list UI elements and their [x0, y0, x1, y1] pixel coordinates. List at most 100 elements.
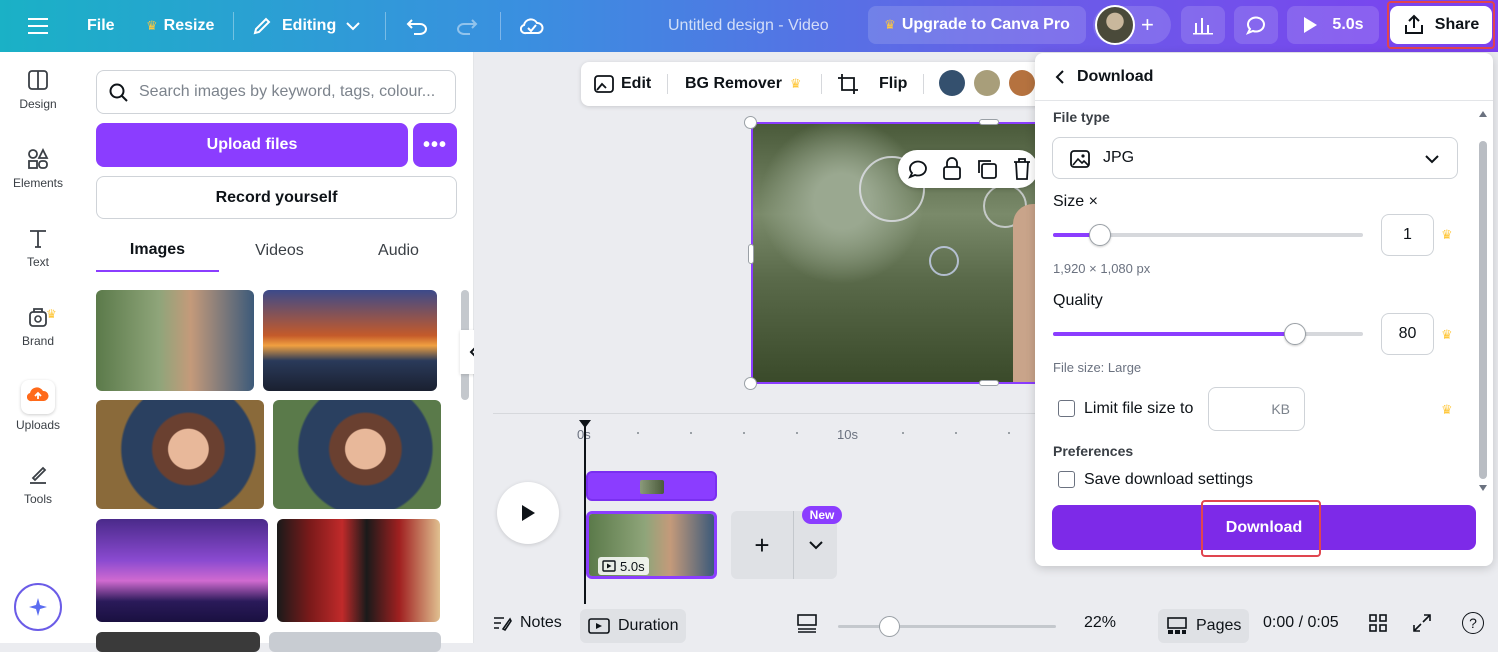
file-type-select[interactable]: JPG [1052, 137, 1458, 179]
size-input[interactable]: 1 [1381, 214, 1434, 256]
pages-button[interactable]: Pages [1158, 609, 1250, 643]
scroll-down-icon[interactable] [1479, 485, 1487, 491]
add-clip-button[interactable]: + [731, 511, 793, 579]
comment-add-icon[interactable] [907, 159, 929, 179]
resize-handle[interactable] [744, 377, 757, 390]
duplicate-icon[interactable] [976, 158, 998, 180]
zoom-slider-thumb[interactable] [879, 616, 900, 637]
limit-file-size-input[interactable]: KB [1208, 387, 1305, 431]
comment-icon[interactable] [1234, 6, 1278, 44]
timeline-play-button[interactable] [497, 482, 559, 544]
page-view-icon[interactable] [796, 603, 818, 643]
upgrade-button[interactable]: ♛ Upgrade to Canva Pro [868, 6, 1086, 44]
tab-audio[interactable]: Audio [340, 230, 457, 272]
resize-button[interactable]: ♛ Resize [146, 0, 214, 52]
image-thumbnail[interactable] [269, 632, 441, 652]
nav-brand[interactable]: ♛ Brand [0, 291, 76, 363]
avatar[interactable] [1095, 5, 1135, 45]
upload-files-button[interactable]: Upload files [96, 123, 408, 167]
color-swatch[interactable] [974, 70, 1000, 96]
quality-slider-thumb[interactable] [1284, 323, 1306, 345]
edit-button[interactable]: Edit [593, 62, 651, 106]
image-thumbnail[interactable] [263, 290, 437, 391]
audio-clip[interactable] [586, 471, 717, 501]
nav-uploads[interactable]: Uploads [0, 370, 76, 442]
tab-images[interactable]: Images [96, 230, 219, 272]
image-thumbnail[interactable] [277, 519, 440, 622]
cloud-saved-icon[interactable] [520, 0, 544, 52]
color-swatch[interactable] [1009, 70, 1035, 96]
chevron-down-icon [1425, 155, 1439, 164]
size-slider[interactable] [1053, 224, 1363, 246]
present-button[interactable]: 5.0s [1287, 6, 1379, 44]
timeline-divider [493, 413, 1053, 414]
pages-label: Pages [1196, 617, 1242, 634]
timeline-tick [637, 432, 639, 434]
lock-icon[interactable] [942, 157, 962, 181]
size-label: Size × [1053, 193, 1098, 210]
duration-icon [588, 618, 610, 634]
notes-button[interactable]: Notes [492, 603, 562, 643]
nav-elements[interactable]: Elements [0, 133, 76, 205]
save-settings-checkbox[interactable] [1058, 471, 1075, 488]
image-thumbnail[interactable] [96, 290, 254, 391]
resize-handle[interactable] [979, 119, 999, 125]
collaborators-group[interactable]: + [1093, 5, 1171, 45]
flip-button[interactable]: Flip [879, 62, 907, 106]
bg-remover-button[interactable]: BG Remover ♛ [685, 62, 802, 106]
resize-handle[interactable] [979, 380, 999, 386]
nav-text[interactable]: Text [0, 212, 76, 284]
magic-assistant-button[interactable] [14, 583, 62, 631]
download-title: Download [1077, 67, 1154, 85]
video-clip[interactable]: 5.0s [586, 511, 717, 579]
search-input[interactable]: Search images by keyword, tags, colour..… [96, 70, 456, 114]
back-icon[interactable] [1055, 69, 1065, 84]
limit-file-size-checkbox[interactable] [1058, 400, 1075, 417]
help-button[interactable]: ? [1462, 603, 1484, 643]
record-yourself-button[interactable]: Record yourself [96, 176, 457, 219]
quality-input[interactable]: 80 [1381, 313, 1434, 355]
more-options-button[interactable]: ••• [413, 123, 457, 167]
zoom-value[interactable]: 22% [1084, 603, 1116, 643]
image-thumbnail[interactable] [273, 400, 441, 509]
insights-icon[interactable] [1181, 6, 1225, 44]
fullscreen-icon[interactable] [1412, 603, 1432, 643]
bubble [929, 246, 959, 276]
tab-videos[interactable]: Videos [222, 230, 337, 272]
timeline-tick [1008, 432, 1010, 434]
bg-remover-label: BG Remover [685, 75, 782, 92]
crown-icon: ♛ [146, 18, 158, 33]
menu-icon[interactable] [28, 0, 50, 52]
new-badge: New [802, 506, 842, 524]
image-thumbnail[interactable] [96, 519, 268, 622]
chevron-down-icon [808, 541, 823, 550]
undo-icon[interactable] [406, 0, 428, 52]
zoom-slider[interactable] [838, 616, 1056, 637]
redo-icon[interactable] [456, 0, 478, 52]
crop-icon[interactable] [837, 73, 859, 100]
panel-scrollbar[interactable] [1479, 141, 1487, 479]
limit-file-size-label: Limit file size to [1084, 400, 1194, 417]
timeline-marker-10: 10s [837, 427, 858, 442]
file-type-label: File type [1053, 109, 1110, 125]
scroll-up-icon[interactable] [1479, 111, 1487, 117]
file-menu[interactable]: File [87, 0, 115, 52]
quality-slider[interactable] [1053, 323, 1363, 345]
grid-view-icon[interactable] [1368, 603, 1388, 643]
tools-icon [30, 466, 47, 484]
image-thumbnail[interactable] [96, 632, 260, 652]
resize-handle[interactable] [748, 244, 754, 264]
size-slider-thumb[interactable] [1089, 224, 1111, 246]
color-swatch[interactable] [939, 70, 965, 96]
add-collaborator-icon[interactable]: + [1141, 12, 1154, 38]
edit-image-icon [594, 75, 614, 93]
resize-handle[interactable] [744, 116, 757, 129]
nav-tools[interactable]: Tools [0, 449, 76, 521]
nav-design[interactable]: Design [0, 54, 76, 126]
editing-mode-button[interactable]: Editing [252, 0, 360, 52]
duration-button[interactable]: Duration [580, 609, 687, 643]
notes-icon [494, 617, 512, 632]
image-thumbnail[interactable] [96, 400, 264, 509]
document-title[interactable]: Untitled design - Video [668, 0, 829, 52]
trash-icon[interactable] [1012, 157, 1032, 181]
